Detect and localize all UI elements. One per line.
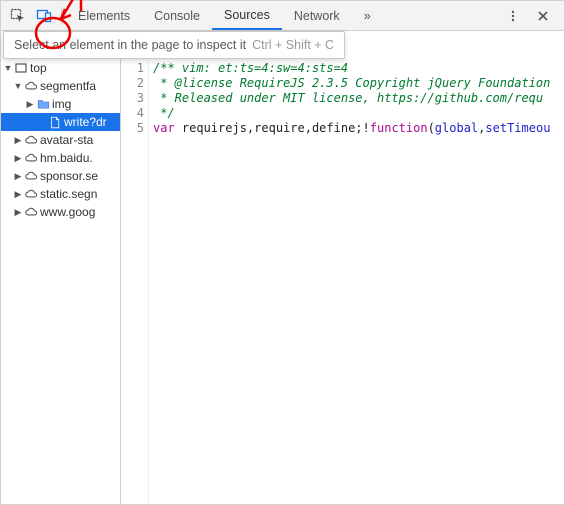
chevron-icon: ▶ xyxy=(13,135,23,146)
cloud-icon xyxy=(23,134,39,147)
toolbar-divider xyxy=(61,7,62,25)
tree-row[interactable]: ▶ www.goog xyxy=(1,203,120,221)
chevron-icon: ▶ xyxy=(13,207,23,218)
tree-row[interactable]: ▶ img xyxy=(1,95,120,113)
tree-top[interactable]: ▼ top xyxy=(1,59,120,77)
tree-row[interactable]: write?dr xyxy=(1,113,120,131)
chevron-icon: ▶ xyxy=(25,99,35,110)
sources-tree[interactable]: ▼ top ▼segmentfa▶imgwrite?dr▶avatar-sta▶… xyxy=(1,59,121,504)
code-editor[interactable]: /** vim: et:ts=4:sw=4:sts=4 * @license R… xyxy=(149,59,564,504)
tab-sources[interactable]: Sources xyxy=(212,1,282,30)
tab-network[interactable]: Network xyxy=(282,1,352,30)
tree-label: segmentfa xyxy=(40,79,96,93)
close-icon[interactable] xyxy=(532,5,554,27)
chevron-icon: ▼ xyxy=(13,81,23,91)
kebab-menu-icon[interactable] xyxy=(502,5,524,27)
cloud-icon xyxy=(23,80,39,93)
device-toggle-icon[interactable] xyxy=(31,3,57,29)
tree-row[interactable]: ▼ segmentfa xyxy=(1,77,120,95)
tree-label: static.segn xyxy=(40,187,97,201)
line-gutter: 12345 xyxy=(121,59,149,504)
main-area: ▼ top ▼segmentfa▶imgwrite?dr▶avatar-sta▶… xyxy=(1,59,564,504)
folder-icon xyxy=(35,98,51,111)
tree-label: avatar-sta xyxy=(40,133,93,147)
tree-row[interactable]: ▶ sponsor.se xyxy=(1,167,120,185)
tree-label: img xyxy=(52,97,71,111)
tree-label: hm.baidu. xyxy=(40,151,93,165)
panel-tabs: Elements Console Sources Network » xyxy=(66,1,383,30)
cloud-icon xyxy=(23,170,39,183)
file-icon xyxy=(47,116,63,129)
cloud-icon xyxy=(23,206,39,219)
tooltip-shortcut: Ctrl + Shift + C xyxy=(252,38,334,52)
inspect-tooltip: Select an element in the page to inspect… xyxy=(3,31,345,59)
frame-icon xyxy=(13,62,29,74)
tree-row[interactable]: ▶ static.segn xyxy=(1,185,120,203)
chevron-icon: ▶ xyxy=(13,153,23,164)
inspect-element-icon[interactable] xyxy=(5,3,31,29)
chevron-down-icon: ▼ xyxy=(3,63,13,73)
tree-label: www.goog xyxy=(40,205,95,219)
cloud-icon xyxy=(23,188,39,201)
tab-elements[interactable]: Elements xyxy=(66,1,142,30)
cloud-icon xyxy=(23,152,39,165)
chevron-icon: ▶ xyxy=(13,189,23,200)
tree-row[interactable]: ▶ hm.baidu. xyxy=(1,149,120,167)
tree-label: sponsor.se xyxy=(40,169,98,183)
devtools-toolbar: Elements Console Sources Network » xyxy=(1,1,564,31)
tree-label: write?dr xyxy=(64,115,107,129)
tab-console[interactable]: Console xyxy=(142,1,212,30)
tree-row[interactable]: ▶ avatar-sta xyxy=(1,131,120,149)
tree-label: top xyxy=(30,61,47,75)
chevron-icon: ▶ xyxy=(13,171,23,182)
tooltip-text: Select an element in the page to inspect… xyxy=(14,38,246,52)
tab-overflow[interactable]: » xyxy=(352,1,383,30)
